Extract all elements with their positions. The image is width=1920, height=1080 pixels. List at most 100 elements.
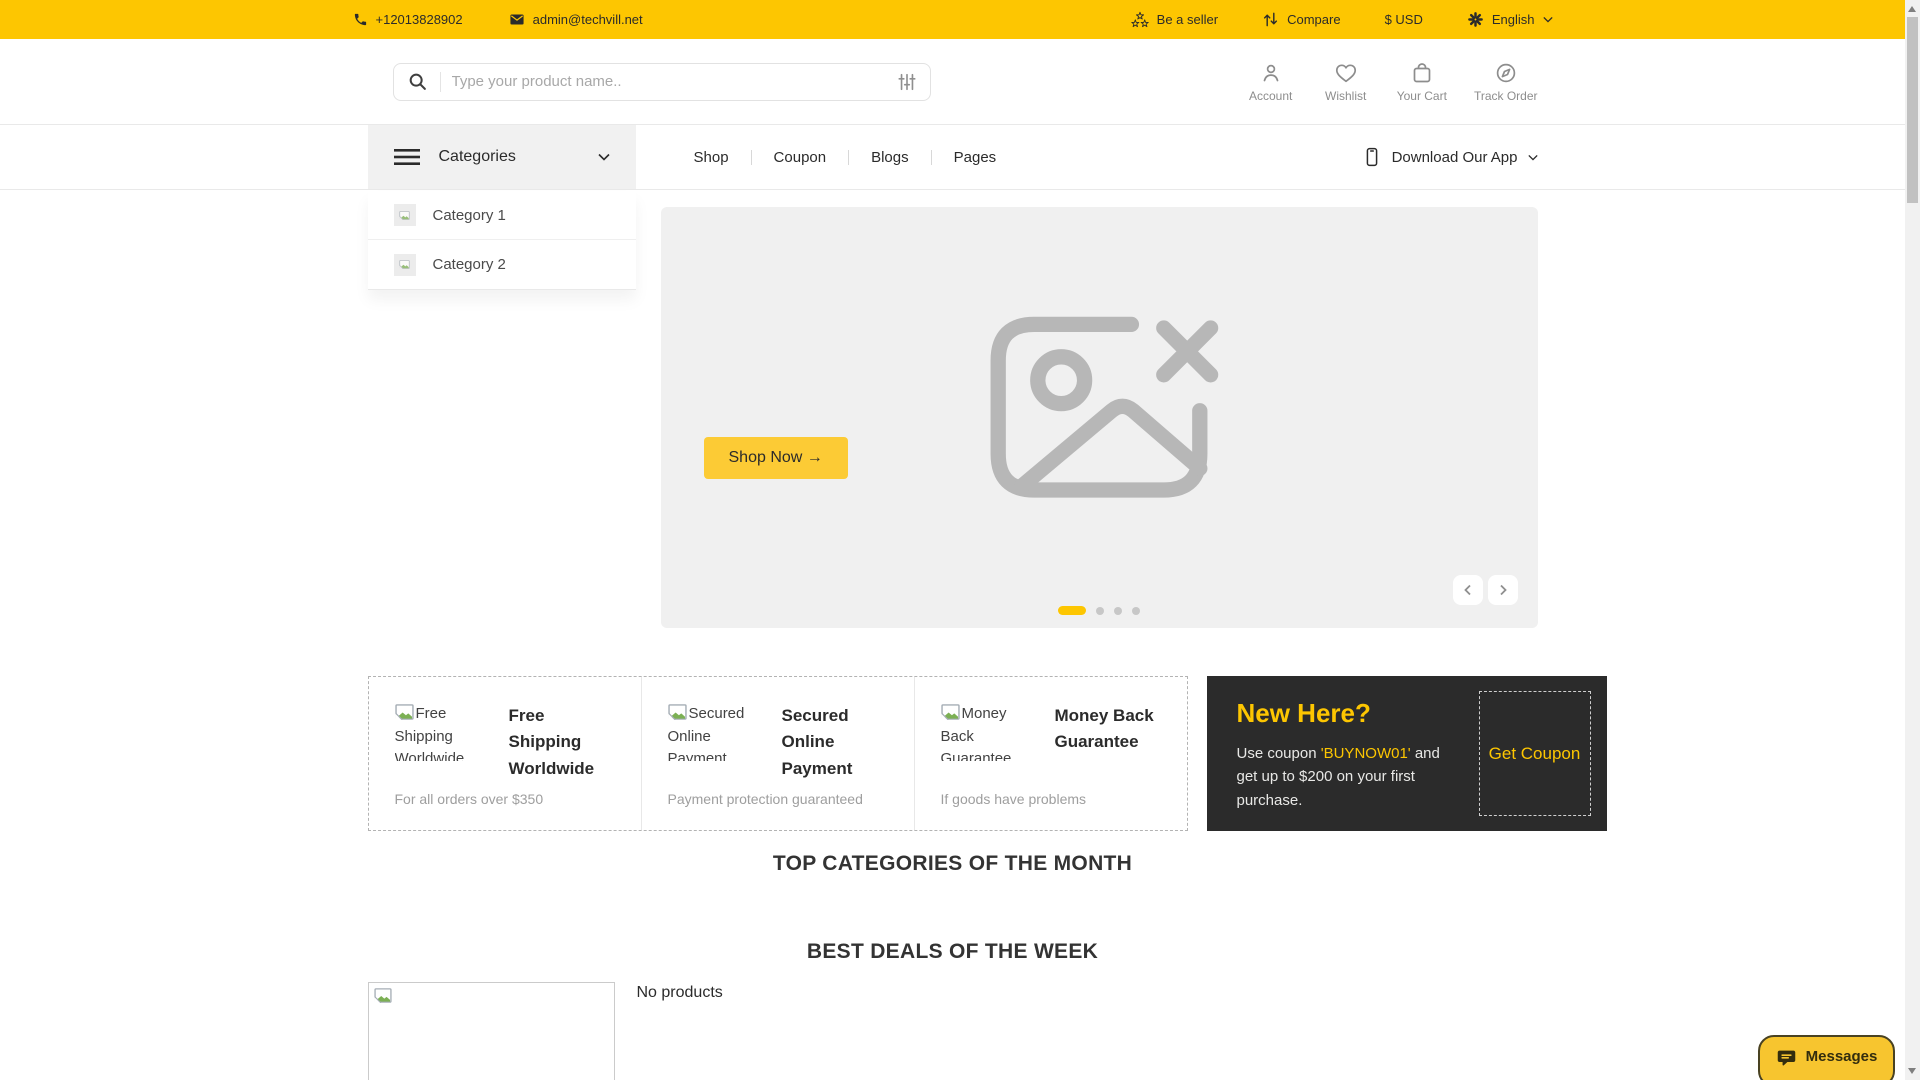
- broken-image-icon: [373, 988, 392, 1004]
- compass-icon: [1496, 63, 1515, 82]
- cart-label: Your Cart: [1396, 88, 1447, 103]
- mail-icon: [510, 14, 524, 25]
- new-here-promo: New Here? Use coupon 'BUYNOW01' and get …: [1206, 676, 1607, 831]
- phone-contact[interactable]: +12013828902: [353, 12, 463, 27]
- carousel-dot-4[interactable]: [1132, 606, 1140, 615]
- compare-icon: [1264, 12, 1278, 27]
- top-bar: +12013828902 admin@techvill.net Be a sel…: [0, 0, 1905, 39]
- get-coupon-button[interactable]: Get Coupon: [1478, 691, 1591, 816]
- broken-image-icon: [399, 260, 410, 269]
- feature-title: Secured Online Payment: [781, 706, 853, 778]
- chevron-down-icon: [597, 153, 610, 161]
- categories-dropdown: Category 1 Category 2: [367, 191, 636, 290]
- broken-image-icon: [399, 210, 410, 220]
- carousel-dot-3[interactable]: [1114, 606, 1122, 615]
- features-strip: Free Shipping Worldwide Free Shipping Wo…: [367, 676, 1188, 831]
- page: +12013828902 admin@techvill.net Be a sel…: [0, 0, 1905, 1080]
- chevron-down-icon: [1527, 154, 1538, 161]
- feature-image-broken: Secured Online Payment: [668, 703, 746, 761]
- carousel-prev-button[interactable]: [1452, 575, 1483, 605]
- feature-subtitle: If goods have problems: [940, 791, 1087, 807]
- seller-stars-icon: [1130, 11, 1149, 27]
- no-products-message: No products: [636, 984, 723, 1001]
- feature-title: Free Shipping Worldwide: [508, 706, 595, 778]
- deal-product-image-broken[interactable]: [367, 982, 615, 1080]
- email-contact[interactable]: admin@techvill.net: [509, 12, 643, 27]
- messages-chat-widget[interactable]: Messages: [1758, 1035, 1895, 1080]
- scrollbar-down-arrow[interactable]: [1908, 1068, 1916, 1074]
- be-a-seller-label: Be a seller: [1156, 12, 1219, 27]
- search-input[interactable]: [451, 73, 886, 90]
- account-label: Account: [1249, 88, 1293, 103]
- broken-image-icon: [667, 704, 687, 720]
- search-divider: [439, 71, 441, 92]
- chevron-down-icon: [1542, 16, 1553, 23]
- categories-label: Categories: [438, 148, 516, 165]
- shop-now-button[interactable]: Shop Now →: [703, 437, 848, 479]
- menu-item-coupon[interactable]: Coupon: [752, 149, 849, 166]
- currency-label: $ USD: [1384, 12, 1423, 27]
- download-app-button[interactable]: Download Our App: [1362, 146, 1538, 168]
- compare-label: Compare: [1287, 12, 1341, 27]
- feature-free-shipping: Free Shipping Worldwide Free Shipping Wo…: [369, 677, 641, 830]
- feature-image-broken: Money Back Guarantee: [941, 703, 1019, 761]
- feature-subtitle: Payment protection guaranteed: [667, 791, 863, 807]
- phone-number: +12013828902: [375, 12, 463, 27]
- search-icon[interactable]: [407, 71, 429, 93]
- filter-sliders-icon[interactable]: [897, 72, 917, 92]
- email-address: admin@techvill.net: [532, 12, 643, 27]
- account-button[interactable]: Account: [1247, 61, 1295, 103]
- menu-item-blogs[interactable]: Blogs: [849, 149, 931, 166]
- carousel-next-button[interactable]: [1487, 575, 1518, 605]
- category-item-label: Category 2: [432, 256, 506, 273]
- carousel-dot-2[interactable]: [1096, 606, 1104, 615]
- feature-money-back: Money Back Guarantee Money Back Guarante…: [913, 677, 1187, 830]
- wishlist-label: Wishlist: [1325, 88, 1367, 103]
- feature-secured-payment: Secured Online Payment Secured Online Pa…: [640, 677, 914, 830]
- category-item-label: Category 1: [432, 206, 506, 224]
- wishlist-button[interactable]: Wishlist: [1322, 61, 1370, 103]
- phone-icon: [354, 13, 366, 26]
- shopping-bag-icon: [1413, 62, 1431, 82]
- language-icon: [1467, 12, 1483, 27]
- user-icon: [1263, 64, 1279, 81]
- track-order-button[interactable]: Track Order: [1474, 61, 1538, 103]
- cart-button[interactable]: Your Cart: [1397, 61, 1447, 103]
- messages-label: Messages: [1805, 1048, 1878, 1065]
- menu: Shop Coupon Blogs Pages: [672, 149, 1019, 166]
- category-item-2[interactable]: Category 2: [368, 240, 636, 289]
- hamburger-icon: [393, 149, 420, 165]
- currency-selector[interactable]: $ USD: [1385, 12, 1423, 27]
- category-item-1[interactable]: Category 1: [367, 191, 636, 240]
- menu-item-pages[interactable]: Pages: [932, 149, 1019, 166]
- chat-bubble-icon: [1777, 1050, 1795, 1066]
- compare-link[interactable]: Compare: [1262, 11, 1341, 28]
- heart-icon: [1335, 63, 1356, 82]
- scrollbar-thumb[interactable]: [1907, 17, 1918, 203]
- main-nav: Categories Shop Coupon Blogs Pages Downl…: [0, 124, 1905, 190]
- chevron-right-icon: [1499, 584, 1507, 596]
- hero-slider: Shop Now →: [660, 207, 1538, 628]
- scrollbar-up-arrow[interactable]: [1908, 6, 1916, 12]
- category-thumbnail: [393, 253, 416, 276]
- promo-body-prefix: Use coupon: [1236, 745, 1321, 762]
- be-a-seller-link[interactable]: Be a seller: [1130, 11, 1219, 29]
- promo-heading: New Here?: [1236, 698, 1371, 728]
- broken-image-icon: [940, 704, 960, 720]
- category-thumbnail: [393, 204, 416, 226]
- language-selector[interactable]: English: [1467, 11, 1553, 28]
- categories-toggle[interactable]: Categories: [367, 125, 636, 189]
- carousel-dot-1[interactable]: [1058, 606, 1086, 615]
- chevron-left-icon: [1463, 584, 1471, 596]
- broken-image-icon: [394, 704, 414, 720]
- menu-item-shop[interactable]: Shop: [672, 149, 751, 166]
- download-app-label: Download Our App: [1391, 148, 1518, 166]
- search-box[interactable]: [392, 62, 931, 101]
- feature-title: Money Back Guarantee: [1054, 706, 1154, 752]
- header: Account Wishlist Your Cart Track Order: [0, 39, 1905, 124]
- language-label: English: [1491, 12, 1535, 27]
- scrollbar[interactable]: [1905, 0, 1920, 1080]
- carousel-dots: [1058, 606, 1140, 615]
- feature-subtitle: For all orders over $350: [394, 791, 544, 807]
- top-categories-heading: TOP CATEGORIES OF THE MONTH: [772, 852, 1133, 875]
